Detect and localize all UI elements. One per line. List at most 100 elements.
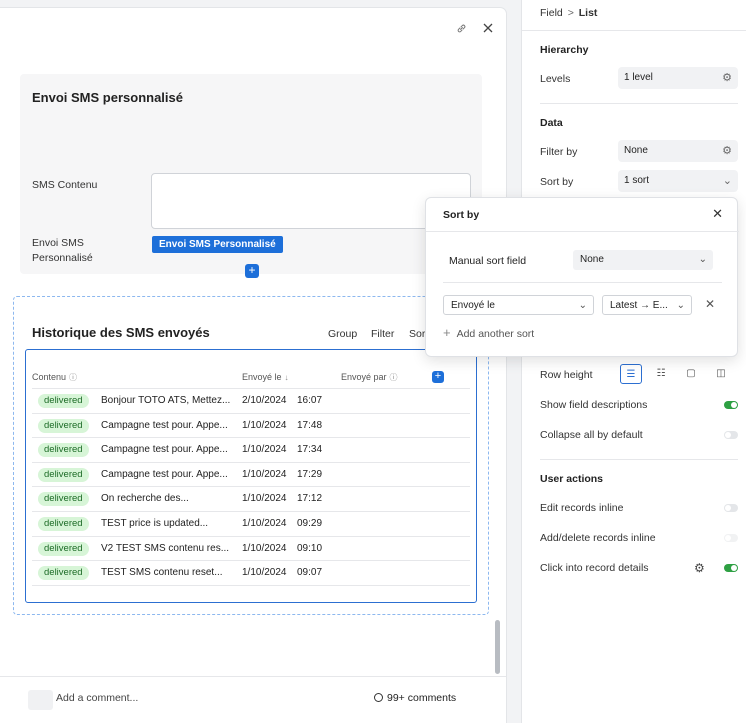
- manual-sort-select[interactable]: None ⌄: [573, 250, 713, 270]
- status-badge: delivered: [38, 541, 89, 556]
- row-content: Bonjour TOTO ATS, Mettez...: [101, 395, 231, 406]
- sort-direction-select[interactable]: Latest → E... ⌄: [602, 295, 692, 315]
- gear-icon[interactable]: ⚙: [722, 140, 732, 162]
- sort-popover-title: Sort by: [443, 209, 480, 221]
- add-delete-label: Add/delete records inline: [540, 532, 656, 544]
- click-into-label: Click into record details: [540, 562, 649, 574]
- envoi-label-line2: Personnalisé: [32, 252, 93, 264]
- add-field-button[interactable]: +: [245, 264, 259, 278]
- status-badge: delivered: [38, 394, 89, 408]
- row-date: 1/10/2024: [242, 419, 287, 431]
- breadcrumb-parent[interactable]: Field: [540, 7, 563, 19]
- table-row[interactable]: delivered Campagne test pour. Appe... 1/10…: [32, 412, 470, 438]
- sort-button[interactable]: Sort: [409, 328, 425, 340]
- row-height-extra-tall-icon[interactable]: ◫: [710, 364, 732, 384]
- row-date: 1/10/2024: [242, 542, 287, 554]
- close-icon[interactable]: ✕: [712, 206, 723, 222]
- manual-sort-label: Manual sort field: [449, 255, 527, 267]
- edit-inline-label: Edit records inline: [540, 502, 624, 514]
- row-content: Campagne test pour. Appe...: [101, 468, 228, 480]
- table-row[interactable]: delivered V2 TEST SMS contenu res... 1/10/…: [32, 535, 470, 561]
- remove-sort-icon[interactable]: ✕: [705, 297, 715, 311]
- row-date: 2/10/2024: [242, 395, 287, 406]
- column-header-sent-by[interactable]: Envoyé par ⓘ: [341, 372, 398, 383]
- sort-popover: Sort by ✕ Manual sort field None ⌄ Envoyé…: [425, 197, 739, 357]
- envoi-label-line1: Envoi SMS: [32, 237, 84, 249]
- click-into-toggle[interactable]: [724, 564, 738, 572]
- row-date: 1/10/2024: [242, 444, 287, 456]
- row-time: 17:34: [297, 444, 323, 456]
- history-list: Contenu ⓘ Envoyé le ↓ Envoyé par ⓘ + delive…: [25, 349, 477, 603]
- row-content: Campagne test pour. Appe...: [101, 444, 228, 456]
- filter-label: Filter by: [540, 146, 578, 158]
- table-row[interactable]: delivered TEST price is updated... 1/10/20…: [32, 511, 470, 536]
- row-date: 1/10/2024: [242, 567, 287, 579]
- hierarchy-title: Hierarchy: [540, 44, 589, 56]
- sort-label: Sort by: [540, 176, 574, 188]
- row-time: 16:07: [297, 395, 323, 406]
- history-section: Historique des SMS envoyés Group Filter …: [13, 296, 489, 615]
- row-time: 09:07: [297, 567, 323, 579]
- gear-icon[interactable]: ⚙: [722, 67, 732, 89]
- data-title: Data: [540, 117, 563, 129]
- breadcrumb: Field > List: [540, 7, 597, 19]
- levels-label: Levels: [540, 73, 571, 85]
- add-column-button[interactable]: +: [432, 371, 444, 383]
- show-descriptions-toggle[interactable]: [724, 401, 738, 409]
- group-button[interactable]: Group: [328, 328, 357, 340]
- link-icon[interactable]: [453, 20, 469, 36]
- row-height-medium-icon[interactable]: ☷: [650, 364, 672, 384]
- collapse-label: Collapse all by default: [540, 429, 643, 441]
- properties-panel: Field > List Hierarchy Levels 1 level ⚙ D…: [521, 0, 746, 723]
- table-row[interactable]: delivered On recherche des... 1/10/2024 17:…: [32, 486, 470, 511]
- info-icon: ⓘ: [69, 373, 78, 382]
- row-height-short-icon[interactable]: ☰: [620, 364, 642, 384]
- table-row[interactable]: delivered TEST SMS contenu reset... 1/10/2…: [32, 560, 470, 585]
- send-sms-button[interactable]: Envoi SMS Personnalisé: [152, 236, 283, 253]
- list-end-divider: [32, 584, 470, 586]
- column-header-content[interactable]: Contenu ⓘ: [32, 372, 77, 383]
- comment-icon: [374, 693, 383, 702]
- status-badge: delivered: [38, 492, 89, 507]
- status-badge: delivered: [38, 443, 89, 458]
- gear-icon[interactable]: ⚙: [694, 561, 705, 575]
- status-badge: delivered: [38, 566, 89, 581]
- chevron-down-icon: ⌄: [698, 254, 707, 265]
- sms-content-label: SMS Contenu: [32, 179, 98, 191]
- row-content: On recherche des...: [101, 493, 189, 505]
- sms-content-field[interactable]: [151, 173, 471, 229]
- user-actions-title: User actions: [540, 473, 604, 485]
- avatar: [28, 690, 53, 710]
- chevron-down-icon: ⌄: [676, 300, 685, 311]
- chevron-right-icon: >: [567, 7, 574, 19]
- sms-form-card: Envoi SMS personnalisé SMS Contenu Envoi…: [20, 74, 482, 274]
- collapse-toggle[interactable]: [724, 431, 738, 439]
- table-row[interactable]: delivered Campagne test pour. Appe... 1/10…: [32, 461, 470, 487]
- row-time: 09:29: [297, 518, 323, 529]
- filter-select[interactable]: None ⚙: [618, 140, 738, 162]
- column-header-sent-on[interactable]: Envoyé le ↓: [242, 372, 289, 382]
- card-title: Envoi SMS personnalisé: [32, 90, 183, 105]
- row-content: TEST price is updated...: [101, 518, 209, 529]
- add-another-sort-button[interactable]: + Add another sort: [443, 325, 534, 340]
- add-delete-toggle[interactable]: [724, 534, 738, 542]
- row-date: 1/10/2024: [242, 468, 287, 480]
- sort-select[interactable]: 1 sort ⌄: [618, 170, 738, 192]
- table-row[interactable]: delivered Campagne test pour. Appe... 1/10…: [32, 437, 470, 462]
- row-height-tall-icon[interactable]: ▢: [680, 364, 702, 384]
- edit-inline-toggle[interactable]: [724, 504, 738, 512]
- status-badge: delivered: [38, 418, 89, 433]
- close-icon[interactable]: [480, 20, 496, 36]
- table-row[interactable]: delivered Bonjour TOTO ATS, Mettez... 2/10…: [32, 388, 470, 413]
- sort-field-select[interactable]: Envoyé le ⌄: [443, 295, 594, 315]
- info-icon: ⓘ: [389, 373, 398, 382]
- comments-count[interactable]: 99+ comments: [374, 692, 456, 704]
- chevron-down-icon: ⌄: [578, 300, 587, 311]
- status-badge: delivered: [38, 517, 89, 531]
- row-time: 17:48: [297, 419, 323, 431]
- levels-select[interactable]: 1 level ⚙: [618, 67, 738, 89]
- comment-input[interactable]: Add a comment...: [56, 692, 138, 704]
- filter-button[interactable]: Filter: [371, 328, 394, 340]
- scrollbar[interactable]: [495, 620, 500, 674]
- row-time: 17:29: [297, 468, 323, 480]
